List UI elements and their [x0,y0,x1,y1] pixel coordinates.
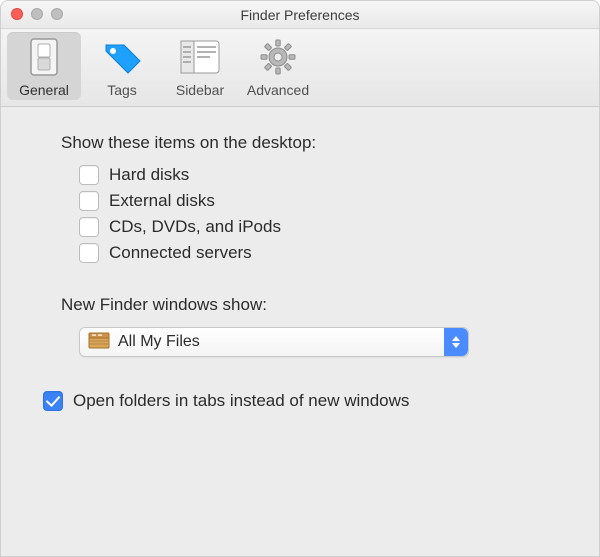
finder-preferences-window: Finder Preferences General Tags [0,0,600,557]
tab-tags[interactable]: Tags [85,32,159,100]
checkbox-cds-dvds-ipods[interactable] [79,217,99,237]
checkbox-open-in-tabs[interactable] [43,391,63,411]
checkbox-label: External disks [109,191,215,211]
window-controls [11,8,63,20]
close-button[interactable] [11,8,23,20]
new-windows-label: New Finder windows show: [61,295,563,315]
tab-label: Advanced [247,82,309,98]
minimize-button[interactable] [31,8,43,20]
checkbox-connected-servers[interactable] [79,243,99,263]
tab-sidebar[interactable]: Sidebar [163,32,237,100]
general-pane: Show these items on the desktop: Hard di… [1,107,599,421]
tab-label: General [19,82,69,98]
zoom-button[interactable] [51,8,63,20]
tab-advanced[interactable]: Advanced [241,32,315,100]
open-in-tabs-row: Open folders in tabs instead of new wind… [43,391,563,411]
select-arrows-icon [444,328,468,356]
tab-general[interactable]: General [7,32,81,100]
checkbox-label: Open folders in tabs instead of new wind… [73,391,409,411]
titlebar: Finder Preferences [1,1,599,29]
tab-label: Tags [107,82,137,98]
checkbox-external-disks[interactable] [79,191,99,211]
checkbox-external-disks-row: External disks [79,191,563,211]
desktop-items-label: Show these items on the desktop: [61,133,563,153]
desktop-items-list: Hard disks External disks CDs, DVDs, and… [79,165,563,263]
checkbox-connected-servers-row: Connected servers [79,243,563,263]
all-my-files-icon [88,331,110,354]
sidebar-icon [180,36,220,78]
preferences-toolbar: General Tags [1,29,599,107]
window-title: Finder Preferences [240,7,359,23]
switch-icon [29,36,59,78]
new-windows-select[interactable]: All My Files [79,327,469,357]
tab-label: Sidebar [176,82,224,98]
checkbox-label: Hard disks [109,165,189,185]
select-value: All My Files [118,333,200,351]
checkbox-hard-disks-row: Hard disks [79,165,563,185]
gear-icon [258,36,298,78]
checkbox-label: Connected servers [109,243,252,263]
checkbox-label: CDs, DVDs, and iPods [109,217,281,237]
tag-icon [100,36,144,78]
checkbox-hard-disks[interactable] [79,165,99,185]
checkbox-cds-dvds-ipods-row: CDs, DVDs, and iPods [79,217,563,237]
